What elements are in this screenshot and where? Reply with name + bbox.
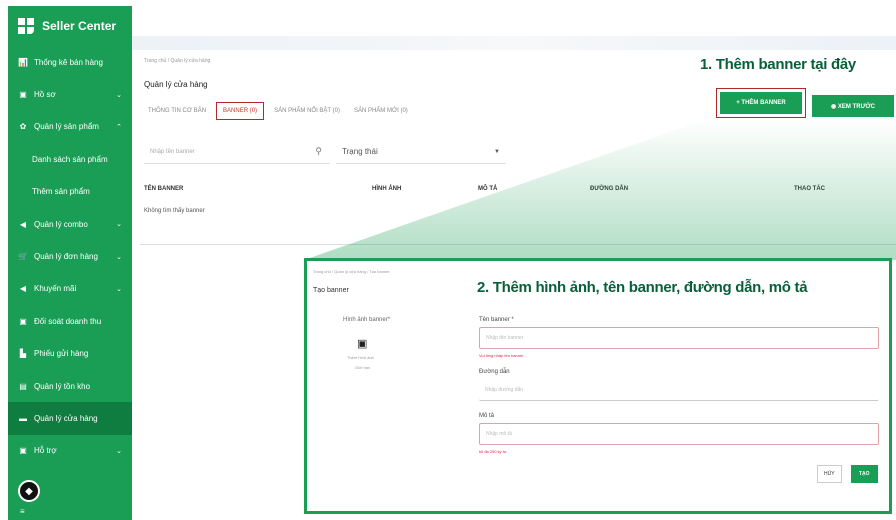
- chevron-up-icon: ⌃: [116, 123, 122, 131]
- store-management-page: Trang chủ / Quản lý cửa hàng Quản lý cửa…: [140, 52, 896, 252]
- sidebar-item-sales-stats[interactable]: 📊 Thống kê bán hàng: [8, 46, 132, 78]
- tabs: THÔNG TIN CƠ BẢN BANNER (0) SẢN PHẨM NỔI…: [144, 102, 418, 120]
- preview-button[interactable]: ◉ XEM TRƯỚC: [812, 95, 894, 117]
- banner-name-field[interactable]: Nhập tên banner: [479, 327, 879, 349]
- description-field[interactable]: Nhập mô tả: [479, 423, 879, 445]
- sidebar-item-label: Đối soát doanh thu: [34, 316, 102, 326]
- sidebar-item-label: Khuyến mãi: [34, 284, 77, 294]
- revenue-icon: ▣: [19, 316, 27, 326]
- link-placeholder: Nhập đường dẫn: [485, 386, 524, 393]
- col-actions: THAO TÁC: [794, 186, 825, 192]
- search-input[interactable]: Nhập tên banner ⚲: [144, 140, 330, 164]
- cart-icon: 🛒: [18, 252, 28, 262]
- step2-annotation: 2. Thêm hình ảnh, tên banner, đường dẫn,…: [477, 279, 808, 296]
- col-image: HÌNH ẢNH: [372, 186, 402, 192]
- breadcrumb[interactable]: Trang chủ / Quản lý cửa hàng: [144, 58, 210, 64]
- tab-featured-products[interactable]: SẢN PHẨM NỔI BẬT (0): [270, 104, 344, 118]
- chevron-down-icon: ⌄: [116, 91, 122, 99]
- sidebar-item-promotions[interactable]: ◀ Khuyến mãi ⌄: [8, 273, 132, 305]
- sidebar-item-shipping[interactable]: ▙ Phiếu gửi hàng: [8, 338, 132, 370]
- form-title: Tạo banner: [313, 287, 349, 294]
- sidebar-item-label: Quản lý combo: [34, 219, 88, 229]
- seller-center-logo-icon: [18, 18, 34, 34]
- link-field[interactable]: Nhập đường dẫn: [479, 379, 879, 401]
- divider: [140, 244, 896, 245]
- link-label: Đường dẫn: [479, 369, 510, 375]
- form-breadcrumb[interactable]: Trang chủ / Quản lý cửa hàng / Tạo banne…: [313, 269, 390, 274]
- tab-new-products[interactable]: SẢN PHẨM MỚI (0): [350, 104, 412, 118]
- col-link: ĐƯỜNG DẪN: [590, 186, 629, 192]
- dropdown-arrow-icon: ▼: [494, 148, 500, 155]
- sidebar-item-label: Danh sách sản phẩm: [32, 154, 108, 164]
- sidebar-item-profile[interactable]: ▣ Hồ sơ ⌄: [8, 78, 132, 110]
- sidebar-item-support[interactable]: ▣ Hỗ trợ ⌄: [8, 435, 132, 467]
- upload-hint: Thêm hình ảnh: [347, 355, 374, 360]
- tab-basic-info[interactable]: THÔNG TIN CƠ BẢN: [144, 104, 210, 118]
- chart-icon: 📊: [18, 57, 28, 67]
- step1-annotation: 1. Thêm banner tại đây: [700, 56, 856, 73]
- banner-name-placeholder: Nhập tên banner: [486, 335, 524, 341]
- empty-message: Không tìm thấy banner: [144, 208, 205, 214]
- sidebar-item-label: Hồ sơ: [34, 90, 56, 100]
- sidebar-item-inventory[interactable]: ▤ Quản lý tồn kho: [8, 370, 132, 402]
- col-banner-name: TÊN BANNER: [144, 186, 184, 192]
- add-banner-highlight: + THÊM BANNER: [716, 88, 806, 118]
- promo-icon: ◀: [19, 284, 27, 294]
- chevron-down-icon: ⌄: [116, 221, 122, 229]
- brand[interactable]: Seller Center: [8, 6, 132, 46]
- cancel-button[interactable]: HỦY: [817, 465, 842, 483]
- combo-icon: ◀: [19, 219, 27, 229]
- sidebar-item-label: Quản lý sản phẩm: [34, 122, 99, 132]
- products-icon: ✿: [19, 122, 27, 132]
- sidebar-item-label: Thống kê bán hàng: [34, 57, 103, 67]
- upload-label: Hình ảnh banner*: [343, 317, 391, 323]
- tab-banner[interactable]: BANNER (0): [216, 102, 265, 120]
- chevron-down-icon: ⌄: [116, 285, 122, 293]
- sidebar-item-label: Quản lý cửa hàng: [34, 413, 98, 423]
- menu-icon[interactable]: ≡: [20, 507, 25, 516]
- sidebar-item-revenue[interactable]: ▣ Đối soát doanh thu: [8, 305, 132, 337]
- status-label: Trạng thái: [342, 147, 378, 156]
- create-banner-panel: Trang chủ / Quản lý cửa hàng / Tạo banne…: [304, 258, 892, 514]
- shipping-icon: ▙: [19, 349, 27, 359]
- banner-name-label: Tên banner *: [479, 317, 514, 323]
- add-banner-button[interactable]: + THÊM BANNER: [720, 92, 802, 114]
- description-label: Mô tả: [479, 413, 495, 419]
- profile-icon: ▣: [19, 90, 27, 100]
- brand-title: Seller Center: [42, 19, 117, 33]
- sidebar-item-combo[interactable]: ◀ Quản lý combo ⌄: [8, 208, 132, 240]
- search-placeholder: Nhập tên banner: [150, 148, 195, 155]
- sidebar: Seller Center 📊 Thống kê bán hàng ▣ Hồ sơ ⌄…: [8, 6, 132, 520]
- table-header: TÊN BANNER HÌNH ẢNH MÔ TẢ ĐƯỜNG DẪN THAO…: [144, 184, 864, 198]
- chevron-down-icon: ⌄: [116, 253, 122, 261]
- sidebar-item-label: Phiếu gửi hàng: [34, 349, 89, 359]
- description-placeholder: Nhập mô tả: [486, 431, 512, 437]
- header-bar: [132, 36, 896, 50]
- upload-limit: Giới hạn: [355, 365, 371, 370]
- sidebar-item-label: Quản lý đơn hàng: [34, 252, 98, 262]
- sidebar-item-products[interactable]: ✿ Quản lý sản phẩm ⌃: [8, 111, 132, 143]
- store-icon: ▬: [19, 413, 27, 423]
- image-upload-icon[interactable]: ▣: [357, 337, 367, 350]
- sidebar-item-label: Quản lý tồn kho: [34, 381, 91, 391]
- create-button[interactable]: TẠO: [851, 465, 878, 483]
- description-limit: tối đa 250 ký tự: [479, 449, 507, 454]
- col-description: MÔ TẢ: [478, 186, 498, 192]
- sidebar-item-store[interactable]: ▬ Quản lý cửa hàng: [8, 402, 132, 435]
- page-title: Quản lý cửa hàng: [144, 80, 208, 89]
- search-icon: ⚲: [315, 146, 322, 156]
- chat-icon[interactable]: ◆: [18, 480, 40, 502]
- sidebar-item-label: Hỗ trợ: [34, 446, 57, 456]
- banner-name-error: Vui lòng nhập tên banner: [479, 353, 524, 358]
- chevron-down-icon: ⌄: [116, 447, 122, 455]
- sidebar-item-add-product[interactable]: Thêm sản phẩm: [8, 176, 132, 208]
- support-icon: ▣: [19, 446, 27, 456]
- sidebar-item-label: Thêm sản phẩm: [32, 187, 90, 197]
- sidebar-item-orders[interactable]: 🛒 Quản lý đơn hàng ⌄: [8, 240, 132, 272]
- status-select[interactable]: Trạng thái ▼: [336, 140, 506, 164]
- inventory-icon: ▤: [19, 381, 27, 391]
- sidebar-item-product-list[interactable]: Danh sách sản phẩm: [8, 143, 132, 175]
